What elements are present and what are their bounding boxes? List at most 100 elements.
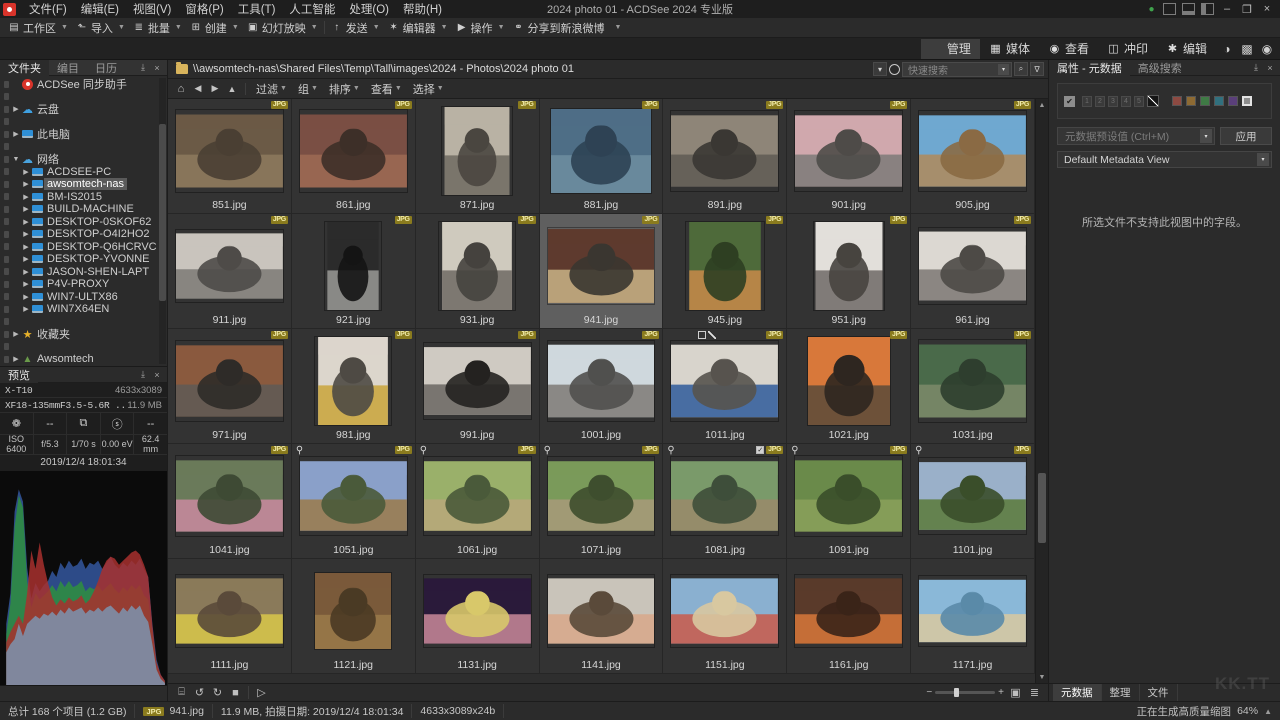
thumbnail-image[interactable] <box>911 446 1034 542</box>
thumbnail-image[interactable] <box>540 446 663 542</box>
thumbnail-image[interactable] <box>787 216 910 312</box>
rating-4[interactable]: 4 <box>1121 96 1131 107</box>
tab-folders[interactable]: 文件夹 <box>0 60 49 76</box>
tree-item-desktop-q6hcrvc[interactable]: ▶DESKTOP-Q6HCRVC <box>0 241 167 254</box>
tree-scrollbar[interactable] <box>159 78 166 364</box>
apply-button[interactable]: 应用 <box>1220 127 1272 145</box>
home-icon[interactable]: ⌂ <box>173 81 189 97</box>
expand-arrow-icon[interactable]: ▶ <box>21 230 31 238</box>
tree-item-awsomtech[interactable]: ▶▲Awsomtech <box>0 353 167 366</box>
metadata-preset-select[interactable]: 元数据预设值 (Ctrl+M) ▾ <box>1057 127 1215 145</box>
zoom-out-icon[interactable]: − <box>926 687 932 698</box>
tree-item--[interactable]: ▶★收藏夹 <box>0 328 167 341</box>
filter-icon[interactable]: ∇ <box>1030 62 1044 76</box>
tab-print[interactable]: ◫ 冲印 <box>1098 39 1157 59</box>
expand-arrow-icon[interactable]: ▶ <box>21 305 31 313</box>
tab-properties-metadata[interactable]: 属性 - 元数据 <box>1049 60 1130 76</box>
thumbnail-image[interactable] <box>911 331 1034 427</box>
chevron-down-icon[interactable]: ▾ <box>1200 129 1212 143</box>
close-icon[interactable]: × <box>151 369 163 381</box>
expand-arrow-icon[interactable]: ▶ <box>21 168 31 176</box>
metadata-view-select[interactable]: Default Metadata View ▾ <box>1057 151 1272 168</box>
toolbar-editor[interactable]: ✶编辑器▼ <box>384 19 452 37</box>
close-icon[interactable]: × <box>1264 62 1276 74</box>
thumbnail-image[interactable] <box>787 101 910 197</box>
menu-process[interactable]: 处理(O) <box>342 0 396 19</box>
expand-arrow-icon[interactable]: ▶ <box>21 193 31 201</box>
tree-item-win7-ultx86[interactable]: ▶WIN7-ULTX86 <box>0 291 167 304</box>
scroll-down-icon[interactable]: ▼ <box>1036 671 1048 683</box>
chart-icon[interactable]: ▩ <box>1238 40 1256 58</box>
toolbar-create[interactable]: ⊞创建▼ <box>186 19 243 37</box>
tab-calendar[interactable]: 日历 <box>87 60 125 76</box>
menu-pane[interactable]: 窗格(P) <box>178 0 230 19</box>
thumbnail-image[interactable] <box>292 331 415 427</box>
thumbnail-image[interactable] <box>663 561 786 657</box>
toolbar-batch[interactable]: ≣批量▼ <box>129 19 186 37</box>
nav-view[interactable]: 查看▼ <box>366 80 407 98</box>
thumbnail-image[interactable] <box>540 101 663 197</box>
expand-arrow-icon[interactable]: ▶ <box>21 180 31 188</box>
rotate-right-icon[interactable]: ↻ <box>210 686 225 700</box>
settings-gear-icon[interactable]: ◉ <box>1258 40 1276 58</box>
thumbnail-cell[interactable]: JPG891.jpg <box>663 99 787 214</box>
folder-tree[interactable]: ACDSee 同步助手▶☁云盘▶此电脑▼☁网络▶ACDSEE-PC▶awsomt… <box>0 76 167 366</box>
rating-2[interactable]: 2 <box>1095 96 1105 107</box>
thumbnail-image[interactable] <box>911 101 1034 197</box>
thumbnail-image[interactable] <box>292 216 415 312</box>
tab-view[interactable]: ◉ 查看 <box>1039 39 1098 59</box>
thumbnail-cell[interactable]: JPG⚲1051.jpg <box>292 444 416 559</box>
thumbnail-cell[interactable]: JPG945.jpg <box>663 214 787 329</box>
delete-icon[interactable]: ■ <box>228 686 243 700</box>
pin-icon[interactable]: ⤓ <box>137 62 149 74</box>
color-label-red[interactable] <box>1172 96 1182 106</box>
tab-catalog[interactable]: 编目 <box>49 60 87 76</box>
tree-item-desktop-o4i2ho2[interactable]: ▶DESKTOP-O4I2HO2 <box>0 228 167 241</box>
bottom-tab-organize[interactable]: 整理 <box>1102 684 1140 701</box>
thumbnail-cell[interactable]: JPG921.jpg <box>292 214 416 329</box>
tree-item-win7x64en[interactable]: ▶WIN7X64EN <box>0 303 167 316</box>
search-icon[interactable]: ⌕ <box>1014 62 1028 76</box>
thumbnail-cell[interactable]: JPG905.jpg <box>911 99 1035 214</box>
right-pane-toggle-icon[interactable] <box>1201 3 1214 15</box>
tree-item--[interactable]: ▼☁网络 <box>0 153 167 166</box>
thumbnail-image[interactable] <box>416 331 539 427</box>
expand-arrow-icon[interactable]: ▼ <box>11 156 21 163</box>
pin-icon[interactable]: ⤓ <box>1250 62 1262 74</box>
thumbnail-cell[interactable]: JPG991.jpg <box>416 329 540 444</box>
close-button[interactable]: × <box>1259 2 1275 16</box>
thumbnail-cell[interactable]: JPG1011.jpg <box>663 329 787 444</box>
zoom-thumb[interactable] <box>954 688 959 697</box>
rating-none-icon[interactable] <box>1147 95 1159 107</box>
nav-group[interactable]: 组▼ <box>293 80 323 98</box>
expand-arrow-icon[interactable]: ▶ <box>21 243 31 251</box>
thumbnail-cell[interactable]: JPG⚲✓1081.jpg <box>663 444 787 559</box>
expand-arrow-icon[interactable]: ▶ <box>11 330 21 338</box>
bottom-tab-file[interactable]: 文件 <box>1140 684 1178 701</box>
thumbnail-cell[interactable]: JPG911.jpg <box>168 214 292 329</box>
tree-item-jason-shen-lapt[interactable]: ▶JASON-SHEN-LAPT <box>0 266 167 279</box>
tree-item--[interactable]: ▶此电脑 <box>0 128 167 141</box>
rating-color-bar[interactable]: ✔ 1 2 3 4 5 <box>1057 83 1272 119</box>
restore-button[interactable]: ❐ <box>1239 2 1255 16</box>
thumbnail-cell[interactable]: JPG1031.jpg <box>911 329 1035 444</box>
thumbnail-image[interactable] <box>540 561 663 657</box>
tree-item-awsomtech-nas[interactable]: ▶awsomtech-nas <box>0 178 167 191</box>
thumbnail-cell[interactable]: JPG⚲1101.jpg <box>911 444 1035 559</box>
thumbnail-cell[interactable]: JPG951.jpg <box>787 214 911 329</box>
thumbnail-image[interactable] <box>663 446 786 542</box>
toolbar-send[interactable]: ↑发送▼ <box>327 19 384 37</box>
chevron-down-icon[interactable]: ▾ <box>1257 153 1269 166</box>
thumbnail-grid[interactable]: JPG851.jpgJPG861.jpgJPG871.jpgJPG881.jpg… <box>168 99 1035 683</box>
thumbnail-cell[interactable]: JPG981.jpg <box>292 329 416 444</box>
thumbnail-image[interactable] <box>292 446 415 542</box>
nav-sort[interactable]: 排序▼ <box>324 80 365 98</box>
nav-select[interactable]: 选择▼ <box>408 80 449 98</box>
scroll-up-icon[interactable]: ▲ <box>1036 99 1048 111</box>
thumbnail-image[interactable] <box>168 561 291 657</box>
thumbnail-cell[interactable]: 1171.jpg <box>911 559 1035 674</box>
expand-arrow-icon[interactable]: ▶ <box>11 105 21 113</box>
expand-arrow-icon[interactable]: ▶ <box>11 355 21 363</box>
toolbar-slideshow[interactable]: ▣幻灯放映▼ <box>243 19 322 37</box>
thumbnail-image[interactable] <box>663 101 786 197</box>
